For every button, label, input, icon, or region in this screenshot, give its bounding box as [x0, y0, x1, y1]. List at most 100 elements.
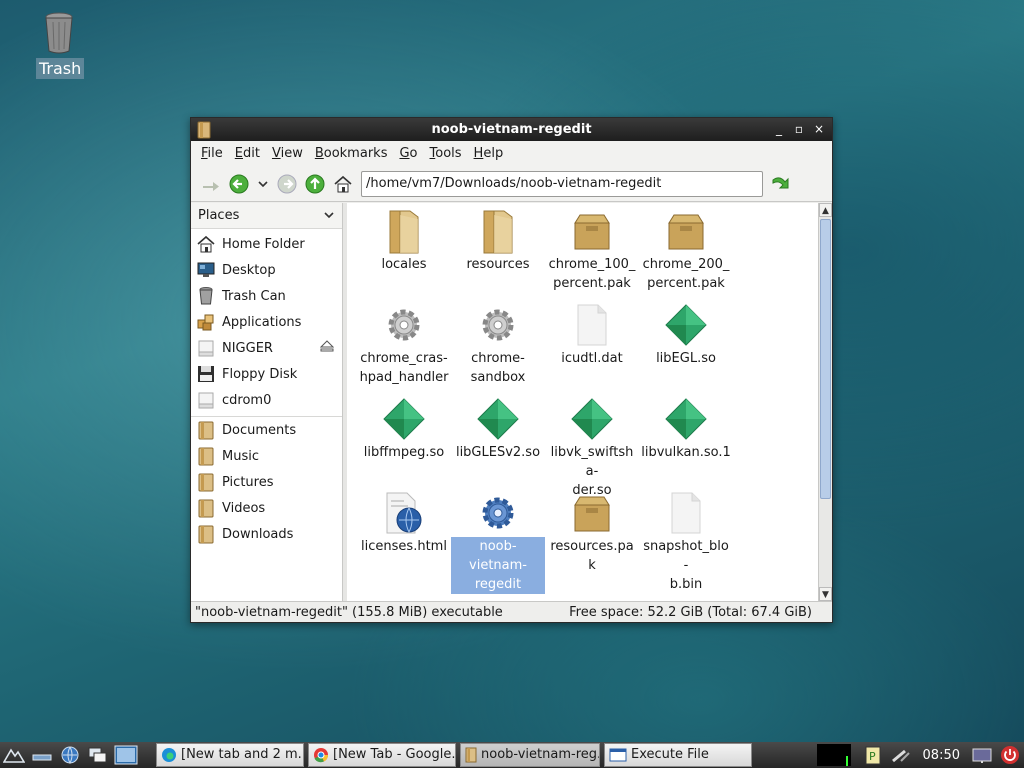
file-name: snapshot_blo- b.bin [643, 539, 729, 592]
folder-icon [196, 446, 216, 466]
file-item[interactable]: chrome_200_ percent.pak [639, 205, 733, 299]
file-name: libEGL.so [656, 351, 716, 366]
sidebar-item-applications[interactable]: Applications [191, 309, 342, 335]
sidebar-item-trash-can[interactable]: Trash Can [191, 283, 342, 309]
window-titlebar[interactable]: noob-vietnam-regedit _ ▫ × [191, 118, 832, 141]
maximize-button[interactable]: ▫ [790, 120, 808, 138]
file-item[interactable]: libGLESv2.so [451, 393, 545, 487]
file-item[interactable]: icudtl.dat [545, 299, 639, 393]
executable-icon [474, 489, 522, 537]
file-item[interactable]: chrome_cras- hpad_handler [357, 299, 451, 393]
clock[interactable]: 08:50 [923, 748, 960, 763]
vertical-scrollbar[interactable]: ▲ ▼ [818, 203, 832, 601]
taskbar-task[interactable]: noob-vietnam-reg... [460, 743, 600, 767]
menu-view[interactable]: View [266, 146, 309, 161]
cpu-monitor [816, 744, 851, 766]
status-selection: "noob-vietnam-regedit" (155.8 MiB) execu… [195, 604, 503, 620]
taskbar-task[interactable]: Execute File [604, 743, 752, 767]
file-item[interactable]: resources.pak [545, 487, 639, 581]
sidebar-item-documents[interactable]: Documents [191, 417, 342, 443]
file-name: chrome_cras- hpad_handler [359, 351, 449, 385]
browser-launcher-icon[interactable] [56, 743, 84, 767]
menu-go[interactable]: Go [393, 146, 423, 161]
go-button[interactable] [767, 170, 795, 198]
forward-button[interactable] [273, 170, 301, 198]
menu-tools[interactable]: Tools [424, 146, 468, 161]
menu-file[interactable]: File [195, 146, 229, 161]
network-icon[interactable] [887, 743, 915, 767]
folder-icon [474, 207, 522, 255]
floppy-icon [196, 364, 216, 384]
taskbar-task[interactable]: [New Tab - Google... [308, 743, 456, 767]
window-title: noob-vietnam-regedit [431, 122, 592, 137]
sidebar-item-pictures[interactable]: Pictures [191, 469, 342, 495]
sidebar-item-music[interactable]: Music [191, 443, 342, 469]
history-dropdown-icon[interactable] [253, 170, 273, 198]
taskbar-task[interactable]: [New tab and 2 m... [156, 743, 304, 767]
power-icon[interactable] [996, 743, 1024, 767]
sidebar-item-cdrom0[interactable]: cdrom0 [191, 387, 342, 413]
places-header[interactable]: Places [191, 203, 342, 229]
scroll-down-icon[interactable]: ▼ [819, 587, 832, 601]
start-menu-icon[interactable] [0, 743, 28, 767]
show-desktop-icon[interactable] [28, 743, 56, 767]
file-name: libGLESv2.so [455, 445, 541, 460]
sidebar-item-label: Floppy Disk [222, 366, 298, 382]
file-name: chrome- sandbox [470, 351, 526, 385]
file-item[interactable]: libvk_swiftsha- der.so [545, 393, 639, 498]
scroll-thumb[interactable] [820, 219, 831, 499]
file-item[interactable]: libvulkan.so.1 [639, 393, 733, 487]
file-item[interactable]: locales [357, 205, 451, 299]
file-item[interactable]: chrome_100_ percent.pak [545, 205, 639, 299]
menu-edit[interactable]: Edit [229, 146, 266, 161]
sidebar-item-home-folder[interactable]: Home Folder [191, 231, 342, 257]
file-item[interactable]: chrome- sandbox [451, 299, 545, 393]
desktop-trash[interactable]: Trash [36, 12, 85, 79]
edge-icon [161, 747, 177, 763]
eject-icon[interactable] [319, 339, 335, 357]
up-button[interactable] [301, 170, 329, 198]
home-icon[interactable] [329, 170, 357, 198]
taskbar-task-label: [New tab and 2 m... [181, 747, 304, 762]
statusbar: "noob-vietnam-regedit" (155.8 MiB) execu… [191, 601, 832, 622]
minimize-button[interactable]: _ [770, 120, 788, 138]
file-item[interactable]: licenses.html [357, 487, 451, 581]
sidebar-item-downloads[interactable]: Downloads [191, 521, 342, 547]
sidebar-item-label: Trash Can [222, 288, 286, 304]
library-icon [474, 395, 522, 443]
menu-bookmarks[interactable]: Bookmarks [309, 146, 394, 161]
file-item[interactable]: noob- vietnam- regedit [451, 487, 545, 594]
sidebar-item-videos[interactable]: Videos [191, 495, 342, 521]
file-item[interactable]: resources [451, 205, 545, 299]
forward-arrow-icon[interactable] [197, 170, 225, 198]
taskbar-task-label: noob-vietnam-reg... [481, 747, 600, 762]
back-button[interactable] [225, 170, 253, 198]
file-name: licenses.html [361, 539, 447, 554]
library-icon [662, 301, 710, 349]
home-icon [196, 234, 216, 254]
file-item[interactable]: libffmpeg.so [357, 393, 451, 487]
folder-icon [465, 747, 477, 763]
chevron-down-icon[interactable] [324, 208, 334, 223]
package-icon [568, 489, 616, 537]
file-item[interactable]: snapshot_blo- b.bin [639, 487, 733, 592]
sidebar-item-label: Videos [222, 500, 266, 516]
drive-icon [196, 390, 216, 410]
workspace-icon[interactable] [112, 743, 140, 767]
file-item[interactable]: libEGL.so [639, 299, 733, 393]
volume-icon[interactable] [968, 743, 996, 767]
sidebar-item-desktop[interactable]: Desktop [191, 257, 342, 283]
menu-help[interactable]: Help [468, 146, 510, 161]
window-switcher-icon[interactable] [84, 743, 112, 767]
sidebar-item-nigger[interactable]: NIGGER [191, 335, 342, 361]
file-name: resources [466, 257, 530, 272]
file-name: resources.pak [550, 539, 634, 573]
folder-icon [196, 498, 216, 518]
close-button[interactable]: × [810, 120, 828, 138]
clipboard-icon[interactable]: P [859, 743, 887, 767]
sidebar-item-floppy-disk[interactable]: Floppy Disk [191, 361, 342, 387]
scroll-up-icon[interactable]: ▲ [819, 203, 832, 217]
folder-icon [196, 524, 216, 544]
trash-icon [44, 12, 74, 54]
location-input[interactable]: /home/vm7/Downloads/noob-vietnam-regedit [361, 170, 763, 197]
